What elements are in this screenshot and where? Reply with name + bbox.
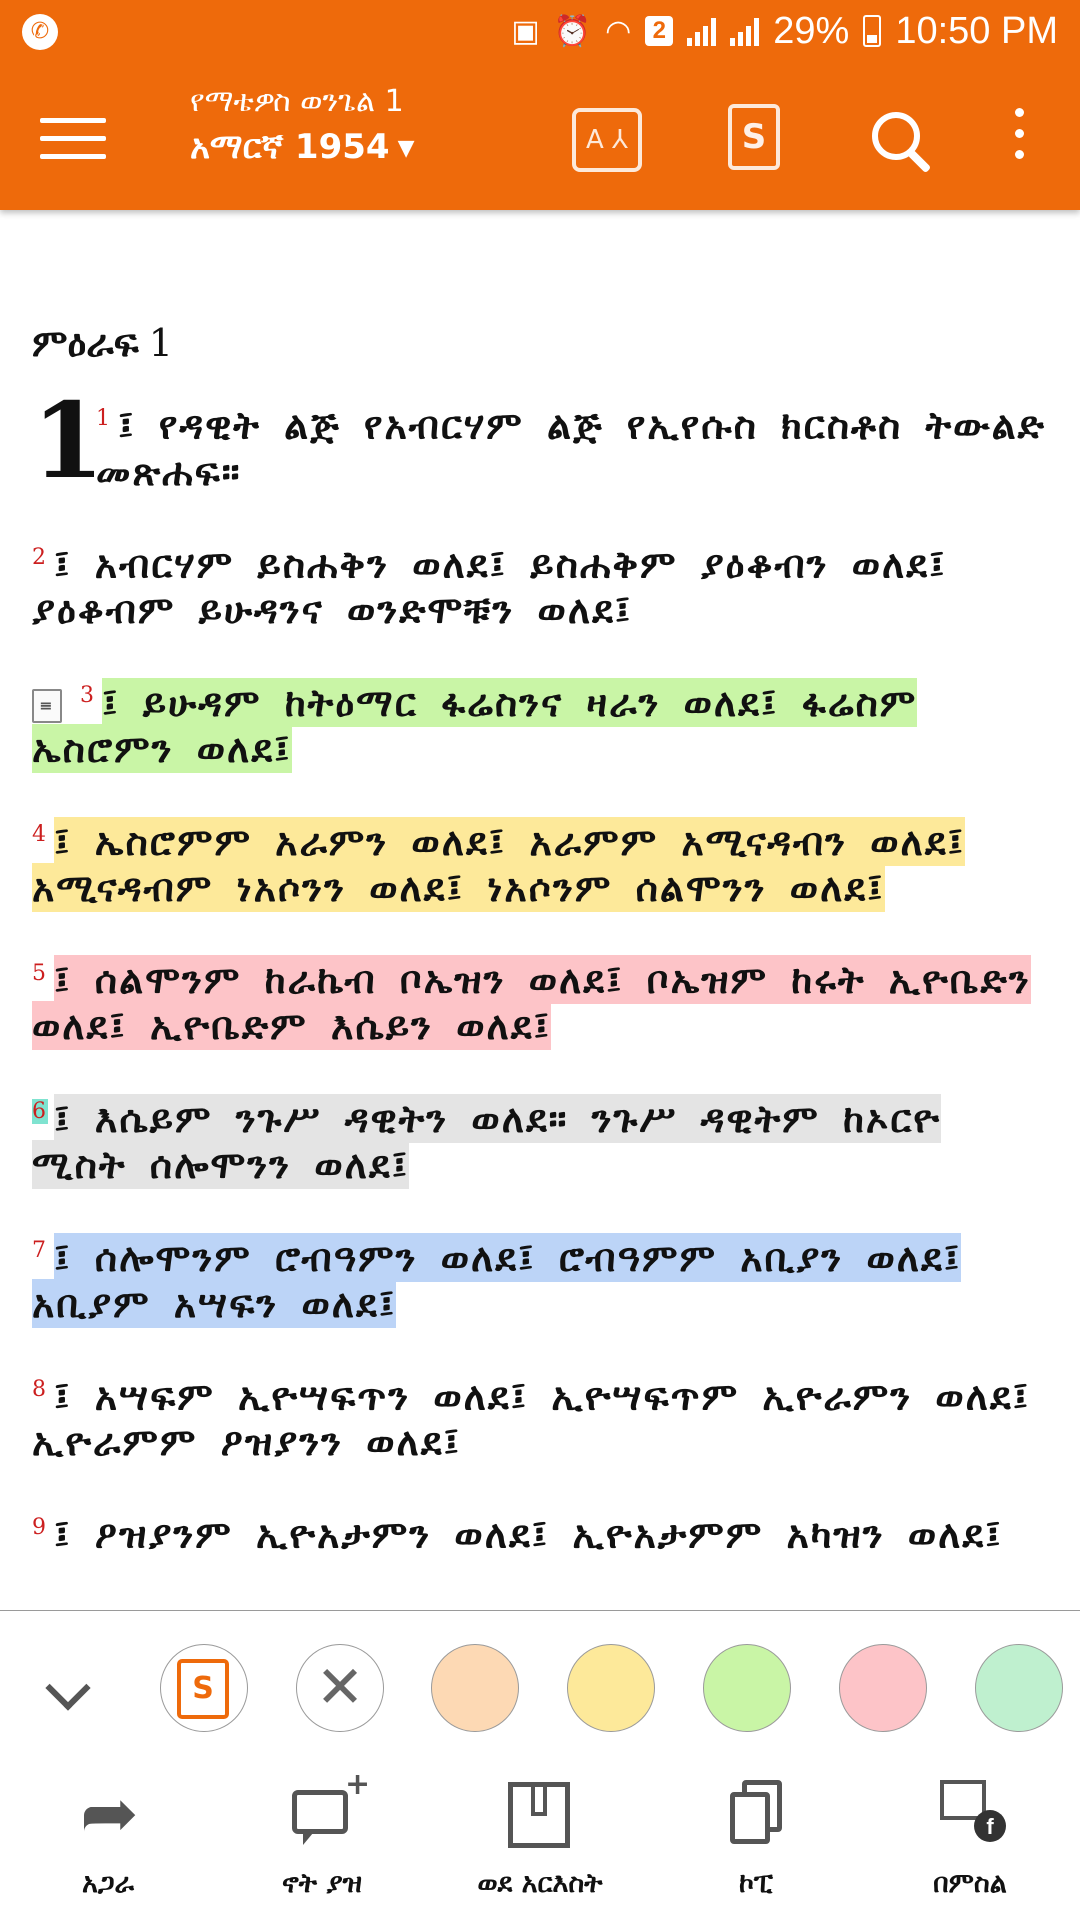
- top-bar: ✆ ▣ ⏰ ◠ 2 29% 10:50 PM የማቴዎስ ወንጌል 1 አማርኛ…: [0, 0, 1080, 210]
- verse-action-bar: ➦ አጋራ + ኖት ያዝ ወደ አርእስት ኮፒ f በምስል: [0, 1762, 1080, 1920]
- copy-icon: [656, 1762, 856, 1858]
- verse-8[interactable]: 8 ፤ አሣፍም ኢዮሣፍጥን ወለደ፤ ኢዮሣፍጥም ኢዮራምን ወለደ፤ ኢዮ…: [32, 1367, 1052, 1466]
- search-icon[interactable]: [868, 108, 938, 174]
- signal-icon-2: [730, 16, 760, 46]
- clock: 10:50 PM: [895, 9, 1058, 52]
- color-swatch-mint[interactable]: [975, 1644, 1063, 1732]
- clear-highlight-button[interactable]: ✕: [296, 1644, 384, 1732]
- panel-divider: [0, 1610, 1080, 1611]
- share-as-image-button[interactable]: f በምስል: [870, 1762, 1070, 1900]
- verse-7[interactable]: 7 ፤ ሰሎሞንም ሮብዓምን ወለደ፤ ሮብዓምም አቢያን ወለደ፤ አቢያም…: [32, 1228, 1052, 1328]
- add-note-label: ኖት ያዝ: [281, 1868, 363, 1899]
- verse-text: ፤ አብርሃም ይስሐቅን ወለደ፤ ይስሐቅም ያዕቆብን ወለደ፤ ያዕቆብ…: [32, 541, 947, 633]
- verse-4[interactable]: 4 ፤ ኤስሮምም አራምን ወለደ፤ አራምም አሚናዳብን ወለደ፤ አሚናዳ…: [32, 812, 1052, 912]
- version-label: አማርኛ 1954: [190, 127, 390, 167]
- add-note-icon: +: [292, 1767, 370, 1845]
- verse-9[interactable]: 9 ፤ ዖዝያንም ኢዮአታምን ወለደ፤ ኢዮአታምም አካዝን ወለደ፤: [32, 1505, 1052, 1558]
- drop-chapter-number: 1: [32, 379, 107, 502]
- chapter-number: 1: [148, 321, 173, 365]
- note-icon[interactable]: ≡: [32, 689, 62, 724]
- more-options-icon[interactable]: [1010, 108, 1030, 172]
- verse-3[interactable]: ≡ 3 ፤ ይሁዳም ከትዕማር ፋሬስንና ዛራን ወለደ፤ ፋሬስም ኤስሮምን…: [32, 673, 1052, 773]
- chapter-label: ምዕራፍ: [32, 320, 139, 365]
- share-as-image-label: በምስል: [933, 1868, 1007, 1899]
- app-bar: የማቴዎስ ወንጌል 1 አማርኛ 1954 ▼ A ⅄ S: [0, 62, 1080, 210]
- share-icon: ➦: [80, 1772, 139, 1854]
- alarm-icon: ⏰: [553, 14, 592, 48]
- study-s-icon: S: [177, 1659, 229, 1719]
- verse-text: ፤ ይሁዳም ከትዕማር ፋሬስንና ዛራን ወለደ፤ ፋሬስም ኤስሮምን ወ…: [32, 677, 918, 773]
- battery-charging-icon: [863, 15, 882, 47]
- verse-number: 6: [32, 1099, 48, 1125]
- copy-label: ኮፒ: [739, 1868, 773, 1899]
- verse-text: ፤ አሣፍም ኢዮሣፍጥን ወለደ፤ ኢዮሣፍጥም ኢዮራምን ወለደ፤ ኢዮራ…: [32, 1373, 1031, 1465]
- verse-text: ፤ ሰልሞንም ከራኬብ ቦኤዝን ወለደ፤ ቦኤዝም ከሩት ኢዮቤድን ወለ…: [32, 955, 1031, 1051]
- verse-1[interactable]: 1 1 ፤ የዳዊት ልጅ የአብርሃም ልጅ የኢየሱስ ክርስቶስ ትውልድ …: [32, 379, 1052, 502]
- add-note-button[interactable]: + ኖት ያዝ: [222, 1762, 422, 1900]
- chevron-down-icon[interactable]: [38, 1665, 98, 1712]
- wifi-icon: ◠: [605, 14, 632, 48]
- color-swatch-green[interactable]: [703, 1644, 791, 1732]
- book-chapter-title[interactable]: የማቴዎስ ወንጌል 1: [190, 84, 414, 119]
- bookmark-icon: [508, 1782, 570, 1848]
- verse-number: 2: [32, 544, 48, 570]
- highlight-picker: S ✕: [0, 1642, 1080, 1738]
- verse-number: 8: [32, 1376, 48, 1402]
- sd-card-icon: ▣: [511, 14, 540, 48]
- verse-number: 9: [32, 1515, 48, 1541]
- verse-number: 5: [32, 960, 48, 986]
- status-icons: ▣ ⏰ ◠ 2 29% 10:50 PM: [511, 8, 1058, 54]
- share-label: አጋራ: [82, 1868, 134, 1899]
- color-swatch-yellow[interactable]: [567, 1644, 655, 1732]
- verse-number: 7: [32, 1237, 48, 1263]
- color-swatch-peach[interactable]: [431, 1644, 519, 1732]
- share-button[interactable]: ➦ አጋራ: [8, 1762, 208, 1900]
- verse-number: 4: [32, 821, 48, 847]
- verse-text: ፤ የዳዊት ልጅ የአብርሃም ልጅ የኢየሱስ ክርስቶስ ትውልድ መጽሐ…: [96, 402, 1046, 494]
- verse-5[interactable]: 5 ፤ ሰልሞንም ከራኬብ ቦኤዝን ወለደ፤ ቦኤዝም ከሩት ኢዮቤድን ወ…: [32, 951, 1052, 1051]
- chapter-heading: ምዕራፍ 1: [32, 320, 1052, 366]
- version-selector[interactable]: አማርኛ 1954 ▼: [190, 127, 414, 167]
- verse-text: ፤ ሰሎሞንም ሮብዓምን ወለደ፤ ሮብዓምም አቢያን ወለደ፤ አቢያም …: [32, 1232, 962, 1328]
- verse-text: ፤ ዖዝያንም ኢዮአታምን ወለደ፤ ኢዮአታምም አካዝን ወለደ፤: [54, 1511, 1003, 1557]
- bookmark-label: ወደ አርእስት: [477, 1868, 603, 1899]
- verse-number: 3: [80, 683, 96, 709]
- battery-percent: 29%: [773, 9, 850, 52]
- menu-icon[interactable]: [40, 118, 106, 159]
- study-swatch[interactable]: S: [160, 1644, 248, 1732]
- verse-number: 1: [96, 406, 112, 431]
- verse-6[interactable]: 6 ፤ እሴይም ንጉሥ ዳዊትን ወለደ። ንጉሥ ዳዊትም ከኦርዮ ሚስት …: [32, 1089, 1052, 1189]
- verse-2[interactable]: 2 ፤ አብርሃም ይስሐቅን ወለደ፤ ይስሐቅም ያዕቆብን ወለደ፤ ያዕቆ…: [32, 535, 1052, 634]
- verse-text: ፤ ኤስሮምም አራምን ወለደ፤ አራምም አሚናዳብን ወለደ፤ አሚናዳብ…: [32, 816, 966, 912]
- dropdown-caret-icon: ▼: [397, 136, 415, 161]
- parallel-translation-icon[interactable]: A ⅄: [572, 108, 642, 172]
- sim-indicator: 2: [645, 16, 674, 46]
- verse-text: ፤ እሴይም ንጉሥ ዳዊትን ወለደ። ንጉሥ ዳዊትም ከኦርዮ ሚስት ሰ…: [32, 1093, 942, 1189]
- bible-text: ምዕራፍ 1 1 1 ፤ የዳዊት ልጅ የአብርሃም ልጅ የኢየሱስ ክርስቶስ…: [32, 320, 1052, 1598]
- study-icon[interactable]: S: [728, 104, 780, 170]
- copy-button[interactable]: ኮፒ: [656, 1762, 856, 1900]
- facebook-icon: f: [974, 1810, 1006, 1842]
- phone-call-icon: ✆: [22, 14, 58, 50]
- color-swatch-pink[interactable]: [839, 1644, 927, 1732]
- signal-icon: [687, 16, 717, 46]
- bookmark-button[interactable]: ወደ አርእስት: [440, 1762, 640, 1900]
- status-bar: ✆ ▣ ⏰ ◠ 2 29% 10:50 PM: [0, 0, 1080, 62]
- book-selector[interactable]: የማቴዎስ ወንጌል 1 አማርኛ 1954 ▼: [190, 84, 414, 167]
